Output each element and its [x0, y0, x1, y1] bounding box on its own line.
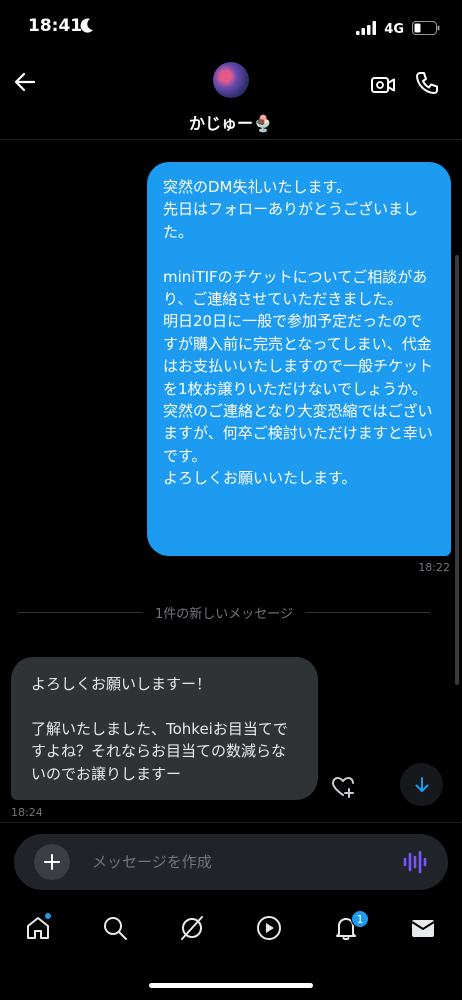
nav-search[interactable]	[101, 914, 131, 944]
avatar[interactable]	[213, 62, 249, 98]
envelope-icon	[411, 920, 435, 937]
nav-home[interactable]	[24, 912, 54, 944]
contact-name[interactable]: かじゅー🍨	[0, 110, 462, 134]
video-camera-icon	[371, 77, 395, 93]
network-type: 4G	[384, 22, 404, 37]
arrow-down-icon	[415, 776, 428, 792]
moon-icon	[80, 18, 94, 38]
back-button[interactable]	[12, 68, 40, 96]
arrow-left-icon	[14, 72, 36, 92]
scrollbar[interactable]	[455, 255, 459, 685]
nav-grok[interactable]	[178, 914, 208, 944]
nav-notifications[interactable]: 1	[332, 910, 369, 944]
add-media-button[interactable]	[34, 844, 70, 880]
divider-line	[18, 611, 143, 613]
voice-message-button[interactable]	[402, 850, 428, 874]
outgoing-message-time: 18:22	[418, 561, 450, 574]
home-indicator[interactable]	[149, 983, 313, 988]
notifications-badge: 1	[351, 910, 369, 928]
waveform-icon	[403, 850, 427, 874]
incoming-message-time: 18:24	[11, 806, 43, 819]
status-time: 18:41	[28, 16, 83, 36]
message-input[interactable]	[92, 850, 382, 874]
play-icon	[257, 916, 281, 940]
home-unread-dot	[44, 912, 52, 920]
status-bar: 18:41 4G	[0, 0, 462, 58]
new-messages-label: 1件の新しいメッセージ	[155, 606, 294, 622]
heart-plus-icon	[331, 776, 354, 798]
grok-icon	[181, 916, 203, 940]
video-call-button[interactable]	[370, 72, 396, 98]
conversation-header: かじゅー🍨	[0, 58, 462, 140]
scroll-to-bottom-button[interactable]	[400, 763, 443, 806]
message-composer	[14, 834, 448, 890]
bottom-navigation: 1	[0, 900, 462, 962]
phone-icon	[416, 72, 438, 94]
voice-call-button[interactable]	[414, 70, 440, 96]
nav-video[interactable]	[255, 914, 285, 944]
battery-icon	[412, 20, 440, 39]
signal-icon	[356, 20, 377, 39]
incoming-message-bubble[interactable]: よろしくお願いしますー！ 了解いたしました、Tohkeiお目当てですよね？それな…	[11, 657, 318, 800]
composer-divider	[0, 822, 462, 823]
search-icon	[104, 917, 127, 940]
plus-icon	[44, 854, 60, 870]
outgoing-message-bubble[interactable]: 突然のDM失礼いたします。 先日はフォローありがとうございました。 miniTI…	[147, 162, 451, 556]
nav-messages[interactable]	[409, 914, 439, 944]
divider-line	[305, 611, 431, 613]
new-messages-divider: 1件の新しいメッセージ	[18, 602, 431, 622]
add-reaction-button[interactable]	[330, 774, 356, 800]
